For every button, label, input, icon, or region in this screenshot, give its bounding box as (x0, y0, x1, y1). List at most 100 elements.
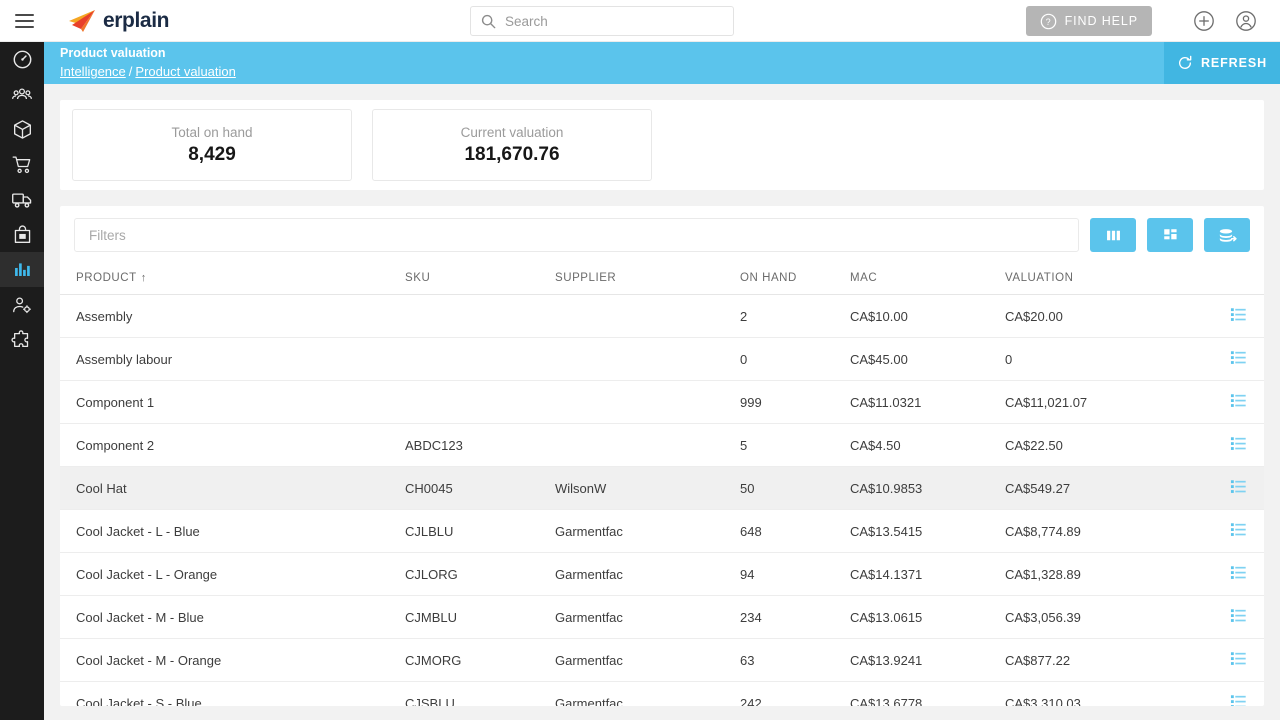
table-header: PRODUCT ↑ SKU SUPPLIER ON HAND MAC VALUAT… (60, 262, 1264, 295)
row-details-button[interactable] (1230, 693, 1247, 706)
column-header-actions (1215, 262, 1264, 295)
row-details-button[interactable] (1230, 607, 1247, 627)
sidebar-item-contacts[interactable] (0, 77, 44, 112)
cell-actions (1215, 337, 1264, 381)
list-details-icon (1230, 480, 1246, 493)
question-circle-icon: ? (1040, 13, 1056, 29)
main-content: Total on hand 8,429 Current valuation 18… (44, 84, 1280, 720)
sidebar-item-purchases[interactable] (0, 147, 44, 182)
table-row[interactable]: Assembly labour 0 CA$45.00 0 (60, 337, 1264, 381)
cell-on-hand: 242 (740, 681, 850, 706)
account-button[interactable] (1234, 9, 1258, 33)
breadcrumb-parent[interactable]: Intelligence (60, 64, 126, 79)
cell-product: Cool Hat (60, 466, 405, 510)
cell-actions (1215, 638, 1264, 682)
brand-logo[interactable]: erplain (68, 9, 169, 33)
row-details-button[interactable] (1230, 564, 1247, 584)
sidebar-item-apps[interactable] (0, 322, 44, 357)
user-circle-icon (1236, 11, 1256, 31)
sidebar-item-user-settings[interactable] (0, 287, 44, 322)
table-row[interactable]: Cool Jacket - S - Blue CJSBLU Garmentfac 24… (60, 681, 1264, 706)
cell-sku: CJMORG (405, 638, 555, 682)
cell-on-hand: 648 (740, 509, 850, 553)
cell-on-hand: 94 (740, 552, 850, 596)
refresh-button[interactable]: REFRESH (1164, 42, 1280, 84)
cell-product: Cool Jacket - L - Orange (60, 552, 405, 596)
cell-sku (405, 337, 555, 381)
columns-icon (1106, 230, 1120, 240)
add-button[interactable] (1192, 9, 1216, 33)
column-label: PRODUCT (76, 272, 137, 284)
cell-mac: CA$13.9241 (850, 638, 1005, 682)
sidebar-item-sales[interactable] (0, 217, 44, 252)
cell-product: Assembly (60, 294, 405, 338)
sidebar-item-products[interactable] (0, 112, 44, 147)
row-details-button[interactable] (1230, 650, 1247, 670)
list-details-icon (1230, 351, 1246, 364)
table-row[interactable]: Component 1 999 CA$11.0321 CA$11,021.07 (60, 380, 1264, 424)
find-help-button[interactable]: ? FIND HELP (1025, 6, 1152, 36)
table-toolbar: Filters (60, 206, 1264, 262)
filters-input[interactable]: Filters (74, 218, 1079, 252)
kpi-panel: Total on hand 8,429 Current valuation 18… (60, 100, 1264, 190)
cell-sku: CJSBLU (405, 681, 555, 706)
table-row[interactable]: Cool Jacket - M - Blue CJMBLU Garmentfac 23… (60, 595, 1264, 639)
sales-bag-icon (14, 225, 30, 243)
cell-supplier: WilsonW (555, 466, 740, 510)
sidebar-item-dashboard[interactable] (0, 42, 44, 77)
cell-mac: CA$10.9853 (850, 466, 1005, 510)
table-row[interactable]: Cool Jacket - L - Orange CJLORG Garmentfac… (60, 552, 1264, 596)
column-header-product[interactable]: PRODUCT ↑ (60, 262, 405, 295)
cell-actions (1215, 509, 1264, 553)
column-header-on-hand[interactable]: ON HAND (740, 262, 850, 295)
table-header-row: PRODUCT ↑ SKU SUPPLIER ON HAND MAC VALUAT… (60, 262, 1264, 295)
cell-sku: ABDC123 (405, 423, 555, 467)
layout-button[interactable] (1147, 218, 1193, 252)
cell-supplier (555, 380, 740, 424)
column-header-valuation[interactable]: VALUATION (1005, 262, 1215, 295)
cell-supplier (555, 423, 740, 467)
cell-sku (405, 380, 555, 424)
table-row[interactable]: Cool Jacket - L - Blue CJLBLU Garmentfac 64… (60, 509, 1264, 553)
row-details-button[interactable] (1230, 306, 1247, 326)
cell-product: Cool Jacket - L - Blue (60, 509, 405, 553)
paper-plane-logo-icon (69, 9, 95, 32)
svg-text:?: ? (1045, 16, 1051, 26)
list-details-icon (1230, 523, 1246, 536)
table-row[interactable]: Component 2 ABDC123 5 CA$4.50 CA$22.50 (60, 423, 1264, 467)
table-row[interactable]: Assembly 2 CA$10.00 CA$20.00 (60, 294, 1264, 338)
cell-product: Component 2 (60, 423, 405, 467)
cell-supplier: Garmentfac (555, 595, 740, 639)
row-details-button[interactable] (1230, 349, 1247, 369)
column-header-sku[interactable]: SKU (405, 262, 555, 295)
sidebar-item-shipping[interactable] (0, 182, 44, 217)
row-details-button[interactable] (1230, 478, 1247, 498)
hamburger-menu-icon[interactable] (0, 0, 48, 42)
cell-sku: CJLBLU (405, 509, 555, 553)
sidebar-item-intelligence[interactable] (0, 252, 44, 287)
columns-button[interactable] (1090, 218, 1136, 252)
grid-layout-icon (1163, 228, 1177, 239)
column-header-mac[interactable]: MAC (850, 262, 1005, 295)
export-button[interactable] (1204, 218, 1250, 252)
search-input[interactable]: Search (470, 6, 734, 36)
cell-actions (1215, 294, 1264, 338)
cell-actions (1215, 380, 1264, 424)
refresh-label: REFRESH (1200, 56, 1268, 70)
breadcrumb-current[interactable]: Product valuation (135, 64, 235, 79)
refresh-icon (1178, 55, 1192, 69)
table-row[interactable]: Cool Hat CH0045 WilsonW 50 CA$10.9853 CA$549.… (60, 466, 1264, 510)
cell-product: Cool Jacket - S - Blue (60, 681, 405, 706)
row-details-button[interactable] (1230, 392, 1247, 412)
list-details-icon (1230, 308, 1246, 321)
column-header-supplier[interactable]: SUPPLIER (555, 262, 740, 295)
cell-mac: CA$10.00 (850, 294, 1005, 338)
table-body: Assembly 2 CA$10.00 CA$20.00 Assembly labour… (60, 294, 1264, 706)
row-details-button[interactable] (1230, 521, 1247, 541)
cell-actions (1215, 595, 1264, 639)
row-details-button[interactable] (1230, 435, 1247, 455)
cell-on-hand: 234 (740, 595, 850, 639)
table-row[interactable]: Cool Jacket - M - Orange CJMORG Garmentfac… (60, 638, 1264, 682)
cell-product: Cool Jacket - M - Blue (60, 595, 405, 639)
contacts-people-icon (12, 87, 32, 99)
